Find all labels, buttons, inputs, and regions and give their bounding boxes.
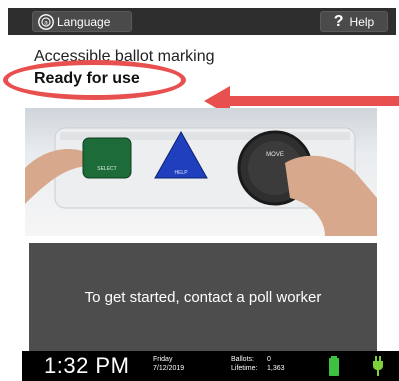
date: 7/12/2019 [153, 365, 185, 372]
help-button[interactable]: ? Help [320, 11, 388, 32]
move-dial-label: MOVE [266, 152, 284, 158]
svg-text:a: a [44, 19, 48, 26]
help-label: Help [349, 14, 375, 29]
language-label: Language [57, 14, 111, 29]
lifetime-label: Lifetime: [231, 365, 258, 372]
question-mark-icon: ? [333, 12, 344, 30]
ballots-value: 0 [267, 356, 271, 363]
ballot-counts: Ballots: 0 Lifetime: 1,363 [231, 355, 285, 373]
day: Friday [153, 356, 173, 363]
message-panel: To get started, contact a poll worker [29, 243, 377, 351]
battery-full-icon [329, 356, 339, 376]
message-text: To get started, contact a poll worker [84, 288, 322, 306]
help-triangle-label: HELP [174, 170, 188, 176]
controller-photo: SELECT HELP MOVE [25, 108, 377, 236]
select-button-label: SELECT [97, 166, 116, 172]
date-block: Friday 7/12/2019 [153, 355, 184, 373]
clock: 1:32 PM [44, 353, 130, 378]
select-button [82, 137, 132, 179]
accessibility-language-icon: a [38, 13, 54, 30]
lifetime-value: 1,363 [267, 365, 285, 372]
ballots-label: Ballots: [231, 356, 254, 363]
callout-ring [3, 60, 186, 100]
language-button[interactable]: a Language [32, 11, 132, 32]
power-plug-icon [373, 356, 383, 376]
top-bar: a Language ? Help [8, 8, 396, 35]
status-bar: 1:32 PM Friday 7/12/2019 Ballots: 0 Life… [22, 351, 399, 381]
